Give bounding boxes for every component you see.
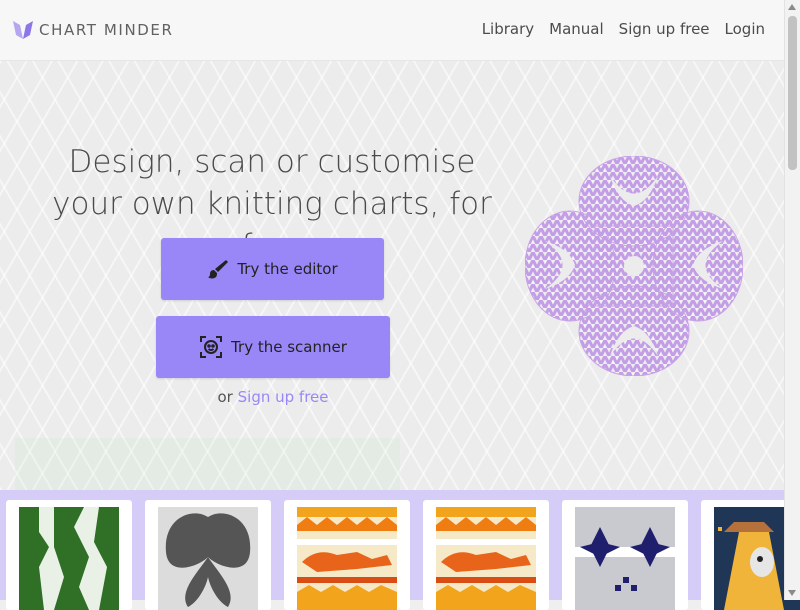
try-scanner-label: Try the scanner — [231, 338, 347, 356]
logo[interactable]: CHART MINDER — [13, 19, 174, 41]
navy-snowflake-chart-thumbnail — [575, 507, 675, 610]
scroll-up-arrow-icon[interactable] — [788, 4, 796, 10]
brand-name: CHART MINDER — [39, 21, 174, 39]
scrollbar-thumb[interactable] — [788, 16, 797, 170]
signup-link[interactable]: Sign up free — [238, 388, 329, 406]
fox-fair-isle-chart-2-thumbnail — [436, 507, 536, 610]
try-editor-label: Try the editor — [237, 260, 338, 278]
gallery-card-fox-fair-isle[interactable] — [284, 500, 410, 610]
paintbrush-icon — [208, 260, 229, 279]
green-owl-chart-thumbnail — [19, 507, 119, 610]
faded-banner — [15, 438, 400, 493]
top-nav-bar: CHART MINDER Library Manual Sign up free… — [0, 0, 785, 61]
moth-chart-thumbnail — [158, 507, 258, 610]
try-scanner-button[interactable]: Try the scanner — [156, 316, 390, 378]
hero-section: Design, scan or customise your own knitt… — [0, 61, 785, 493]
fox-fair-isle-chart-thumbnail — [297, 507, 397, 610]
scroll-down-arrow-icon[interactable] — [788, 590, 796, 596]
or-text: or — [217, 388, 233, 406]
nav-library[interactable]: Library — [482, 20, 534, 38]
gallery-card-moth[interactable] — [145, 500, 271, 610]
gallery-card-green-owl[interactable] — [6, 500, 132, 610]
gallery-card-navy-snowflake[interactable] — [562, 500, 688, 610]
nav-login[interactable]: Login — [725, 20, 765, 38]
signup-prompt: or Sign up free — [156, 388, 390, 406]
main-nav: Library Manual Sign up free Login — [482, 20, 765, 38]
gallery-card-fox-fair-isle-2[interactable] — [423, 500, 549, 610]
chart-minder-logo-icon — [13, 21, 33, 39]
nav-sign-up-free[interactable]: Sign up free — [619, 20, 710, 38]
vertical-scrollbar[interactable] — [784, 0, 800, 600]
try-editor-button[interactable]: Try the editor — [161, 238, 384, 300]
nav-manual[interactable]: Manual — [549, 20, 604, 38]
face-scan-icon — [200, 336, 223, 358]
knitted-pattern-image — [525, 156, 743, 376]
chart-gallery — [0, 490, 800, 610]
